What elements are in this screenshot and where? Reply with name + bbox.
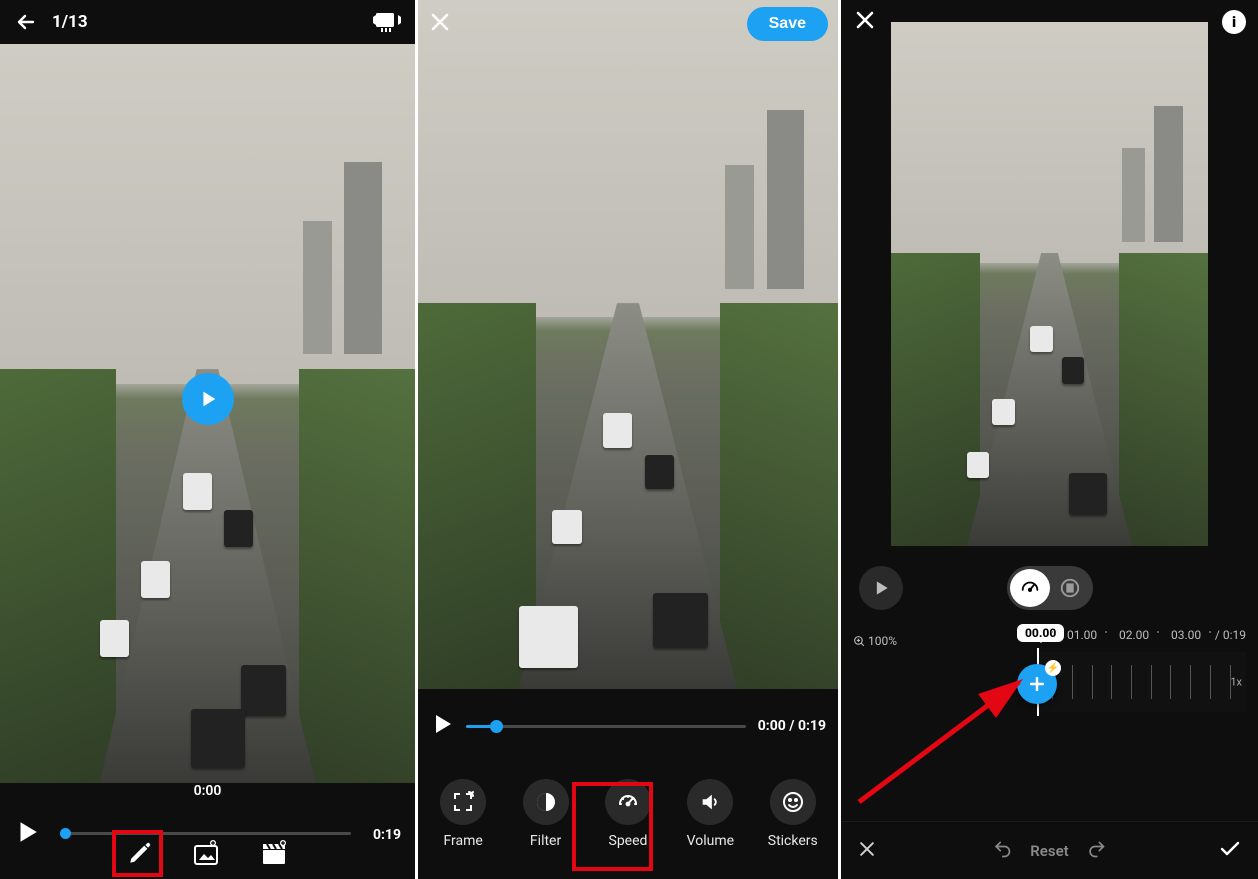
tool-frame[interactable]: Frame: [427, 779, 499, 849]
tool-frame-label: Frame: [444, 833, 483, 849]
time-display: 0:00 / 0:19: [758, 718, 826, 734]
scrubber-2[interactable]: [466, 725, 746, 728]
tool-stickers[interactable]: Stickers: [757, 779, 829, 849]
tool-filter-label: Filter: [530, 833, 561, 849]
ruler-tick: 01.00: [1067, 628, 1097, 642]
media-import-icon[interactable]: [373, 11, 401, 33]
reset-button[interactable]: Reset: [1030, 842, 1068, 860]
info-icon[interactable]: i: [1222, 10, 1246, 34]
tool-volume[interactable]: Volume: [674, 779, 746, 849]
edit-icon[interactable]: [127, 840, 153, 870]
time-current: 0:00: [194, 783, 222, 799]
redo-icon[interactable]: [1087, 839, 1107, 863]
speed-strip[interactable]: 1x: [1037, 652, 1246, 712]
tool-stickers-label: Stickers: [768, 833, 818, 849]
save-button[interactable]: Save: [747, 7, 828, 41]
tool-filter[interactable]: Filter: [510, 779, 582, 849]
panel-edit-tools: Save 0:00 / 0:19 Frame Filter Speed Volu…: [418, 0, 838, 879]
cancel-icon[interactable]: [857, 839, 877, 863]
close-icon[interactable]: [853, 8, 877, 36]
tool-row: Frame Filter Speed Volume Stickers: [418, 759, 838, 869]
tool-speed-label: Speed: [609, 833, 648, 849]
zoom-level[interactable]: 100%: [853, 634, 897, 648]
video-preview-2[interactable]: [418, 0, 838, 689]
play-button-3[interactable]: [859, 566, 903, 610]
bolt-badge-icon: ⚡: [1045, 660, 1061, 676]
video-preview-1[interactable]: [0, 44, 415, 783]
tool-speed[interactable]: Speed: [592, 779, 664, 849]
undo-icon[interactable]: [992, 839, 1012, 863]
play-overlay-button[interactable]: [182, 373, 234, 425]
clip-counter: 1/13: [52, 12, 88, 32]
tool-volume-label: Volume: [687, 833, 734, 849]
confirm-icon[interactable]: [1218, 837, 1242, 865]
speed-mode-toggle[interactable]: [1007, 566, 1093, 610]
speed-mode-speed-icon[interactable]: [1010, 569, 1050, 607]
add-speed-point-button[interactable]: ⚡: [1017, 664, 1057, 704]
panel-clip-preview: 1/13 0:00 0:19: [0, 0, 415, 879]
speed-marker: 1x: [1230, 676, 1242, 689]
bottom-actions-1: [0, 825, 415, 879]
topbar-1: 1/13: [0, 0, 415, 44]
total-time: / 0:19: [1215, 628, 1246, 642]
speed-mode-freeze-icon[interactable]: [1050, 569, 1090, 607]
add-media-icon[interactable]: [193, 840, 221, 870]
back-icon[interactable]: [14, 10, 38, 34]
close-icon[interactable]: [428, 10, 452, 38]
bottombar-3: Reset: [841, 821, 1258, 879]
play-button-2[interactable]: [430, 712, 454, 740]
ruler-tick: 02.00: [1119, 628, 1149, 642]
panel-speed-editor: i 100% 00.00 01.00: [841, 0, 1258, 879]
clapperboard-icon[interactable]: [261, 840, 289, 870]
ruler-tick: 03.00: [1171, 628, 1201, 642]
video-preview-3[interactable]: [891, 22, 1208, 546]
time-ruler[interactable]: 01.00 02.00 03.00 / 0:19: [1021, 628, 1246, 648]
